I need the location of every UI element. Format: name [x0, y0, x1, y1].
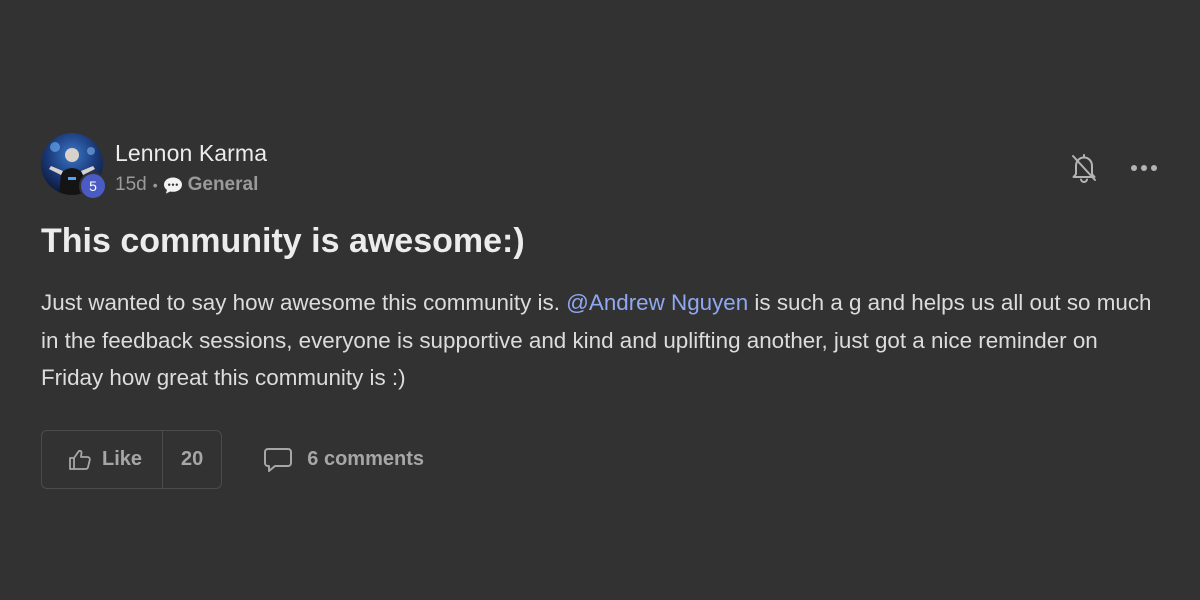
meta-separator: •: [152, 177, 158, 193]
post-card: 5 Lennon Karma 15d • General This commun…: [41, 133, 1161, 489]
comments-label: 6 comments: [307, 448, 424, 470]
post-time: 15d: [115, 174, 147, 195]
like-control: Like 20: [41, 430, 223, 489]
comment-icon: [264, 447, 293, 472]
post-actions: Like 20 6 comments: [41, 430, 424, 489]
post-header: 5 Lennon Karma 15d • General: [41, 133, 1161, 200]
more-options-button[interactable]: [1127, 151, 1161, 185]
level-badge: 5: [79, 172, 107, 200]
header-actions: [1067, 151, 1161, 185]
chat-bubble-icon: [163, 175, 185, 195]
like-count[interactable]: 20: [163, 431, 221, 488]
user-mention-link[interactable]: @Andrew Nguyen: [566, 290, 748, 315]
thumbs-up-icon: [69, 449, 91, 470]
more-horizontal-icon: [1131, 165, 1157, 171]
mute-notifications-button[interactable]: [1067, 151, 1101, 185]
author-avatar-wrap[interactable]: 5: [41, 133, 107, 200]
post-body: Just wanted to say how awesome this comm…: [41, 284, 1166, 397]
post-title: This community is awesome:): [41, 222, 525, 260]
post-meta: 15d • General: [115, 174, 258, 196]
post-body-text-start: Just wanted to say how awesome this comm…: [41, 290, 567, 315]
author-name[interactable]: Lennon Karma: [115, 140, 267, 167]
comments-button[interactable]: 6 comments: [263, 447, 424, 473]
bell-off-icon: [1072, 154, 1096, 184]
post-category[interactable]: General: [188, 174, 259, 196]
like-button[interactable]: Like: [42, 431, 164, 488]
like-label: Like: [102, 448, 143, 470]
